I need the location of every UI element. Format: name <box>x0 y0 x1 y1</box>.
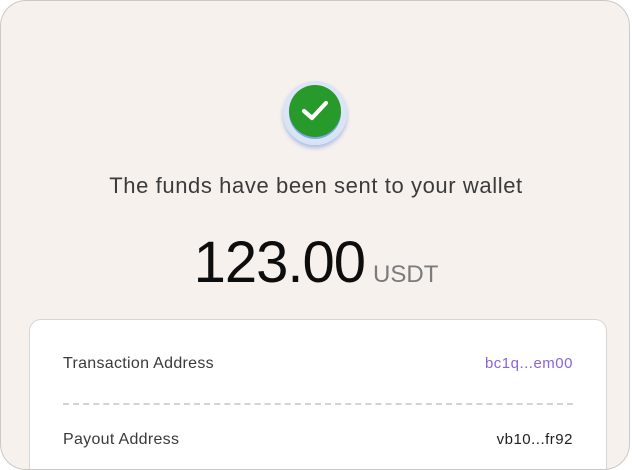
checkmark-circle-icon <box>289 85 341 137</box>
dashed-divider <box>63 403 573 405</box>
amount-value: 123.00 <box>193 230 366 295</box>
transaction-details-card: Transaction Address bc1q...em00 Payout A… <box>29 319 607 469</box>
payout-address-row: Payout Address vb10...fr92 <box>63 431 573 451</box>
payout-address-value: vb10...fr92 <box>496 431 573 448</box>
success-badge <box>283 81 347 145</box>
success-message: The funds have been sent to your wallet <box>109 173 523 198</box>
transaction-address-link[interactable]: bc1q...em00 <box>485 355 573 372</box>
amount-currency: USDT <box>373 261 439 288</box>
payout-address-label: Payout Address <box>63 431 180 448</box>
transaction-address-row: Transaction Address bc1q...em00 <box>63 355 573 375</box>
transaction-address-label: Transaction Address <box>63 355 214 372</box>
amount-display: 123.00 USDT <box>1 229 629 296</box>
success-panel: The funds have been sent to your wallet … <box>0 0 630 470</box>
